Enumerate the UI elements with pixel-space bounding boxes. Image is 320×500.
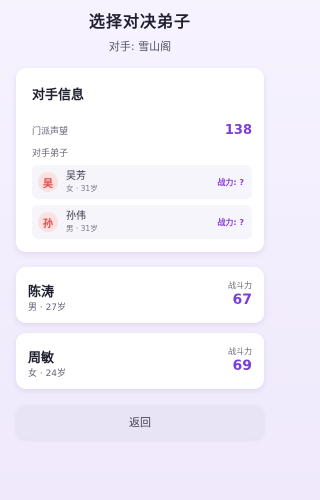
- opponent-info-card: 对手信息 门派声望 138 对手弟子 吴 吴芳 女 · 31岁 战力: ? 孙 …: [16, 68, 264, 252]
- fame-row: 门派声望 138: [32, 122, 252, 138]
- fame-label: 门派声望: [32, 126, 69, 137]
- disciple-name: 孙伟: [66, 210, 86, 222]
- disciple-info: 孙伟 男 · 31岁: [66, 211, 217, 234]
- power-label: 战斗力: [228, 281, 252, 290]
- disciple-power: 战力: ?: [217, 217, 244, 227]
- fame-value: 138: [224, 122, 252, 138]
- my-disciple-card[interactable]: 周敏 女 · 24岁 战斗力 69: [16, 333, 264, 389]
- disciple-meta: 女 · 31岁: [66, 183, 98, 193]
- disciple-power: 战力: ?: [217, 177, 244, 187]
- power-value: 67: [232, 292, 252, 308]
- opponent-disciples-label: 对手弟子: [32, 149, 69, 159]
- disciple-meta: 男 · 31岁: [66, 223, 98, 233]
- back-button[interactable]: 返回: [16, 405, 264, 439]
- avatar: 孙: [38, 212, 58, 232]
- page-title: 选择对决弟子: [88, 12, 191, 31]
- opponent-prefix: 对手:: [108, 40, 139, 53]
- power-label: 战斗力: [228, 347, 252, 356]
- disciple-name: 吴芳: [66, 170, 86, 182]
- opponent-name: 雪山阁: [138, 40, 172, 53]
- power-value: 69: [232, 358, 252, 374]
- avatar: 吴: [38, 172, 58, 192]
- disciple-info: 吴芳 女 · 31岁: [66, 171, 217, 194]
- my-disciple-name: 陈涛: [28, 285, 55, 300]
- my-disciple-name: 周敏: [28, 351, 55, 366]
- opponent-info-title: 对手信息: [32, 88, 85, 103]
- opponent-disciple-item: 孙 孙伟 男 · 31岁 战力: ?: [32, 205, 252, 239]
- opponent-disciple-item: 吴 吴芳 女 · 31岁 战力: ?: [32, 165, 252, 199]
- opponent-subtitle: 对手: 雪山阁: [0, 38, 280, 54]
- my-disciple-meta: 男 · 27岁: [28, 303, 67, 313]
- my-disciple-meta: 女 · 24岁: [28, 369, 67, 379]
- my-disciple-card[interactable]: 陈涛 男 · 27岁 战斗力 67: [16, 267, 264, 323]
